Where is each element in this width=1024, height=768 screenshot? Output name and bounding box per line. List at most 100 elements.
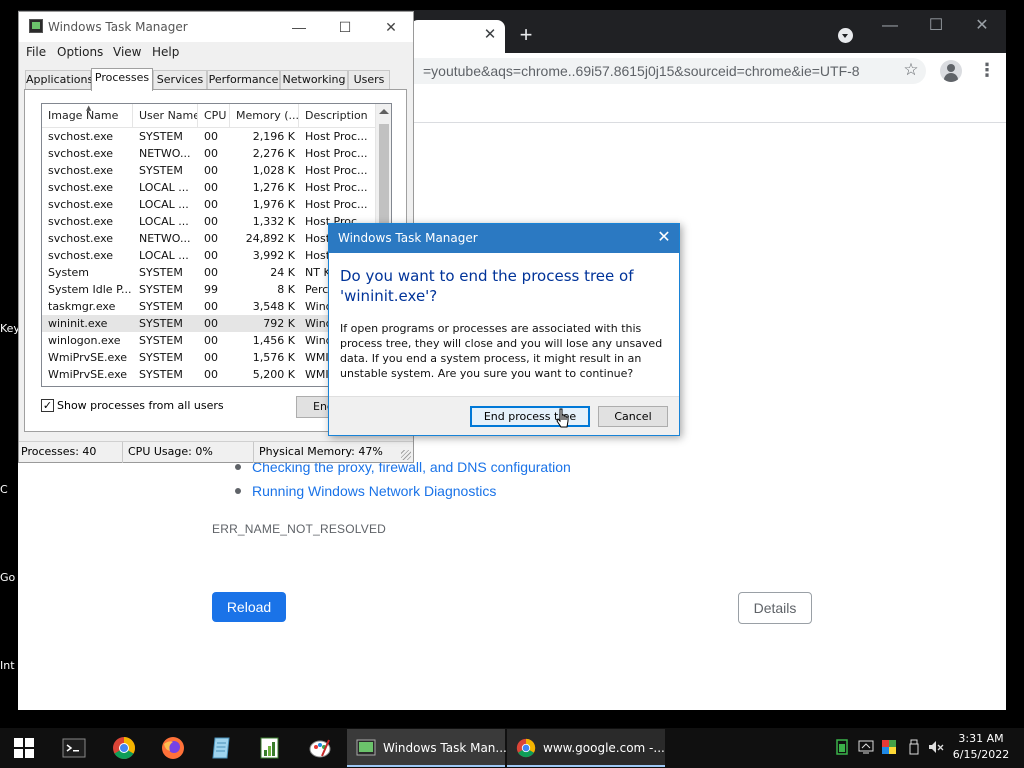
- reload-button[interactable]: Reload: [212, 592, 286, 622]
- process-cpu: 00: [204, 249, 218, 262]
- desktop-icon-label[interactable]: Int: [0, 659, 15, 672]
- tab-services[interactable]: Services: [153, 70, 207, 90]
- column-cpu[interactable]: CPU: [198, 104, 230, 128]
- dialog-message: If open programs or processes are associ…: [340, 322, 663, 380]
- taskbar-window-chrome[interactable]: www.google.com -...: [507, 729, 665, 767]
- show-all-label[interactable]: Show processes from all users: [57, 398, 224, 414]
- task-manager-titlebar[interactable]: Windows Task Manager — ☐ ✕: [19, 12, 413, 42]
- process-image-name: svchost.exe: [48, 181, 114, 194]
- tab-users[interactable]: Users: [348, 70, 390, 90]
- notepad-icon[interactable]: [209, 736, 233, 760]
- suggestion-link-diagnostics[interactable]: Running Windows Network Diagnostics: [232, 481, 571, 505]
- column-memory[interactable]: Memory (...: [230, 104, 299, 128]
- new-tab-button[interactable]: +: [516, 24, 536, 46]
- process-memory: 1,028 K: [252, 164, 295, 177]
- process-memory: 3,992 K: [252, 249, 295, 262]
- menu-help[interactable]: Help: [152, 45, 179, 59]
- tab-processes[interactable]: Processes: [91, 68, 153, 91]
- process-image-name: System: [48, 266, 90, 279]
- process-row[interactable]: taskmgr.exeSYSTEM003,548 KWindows...: [42, 298, 377, 315]
- process-memory: 2,196 K: [252, 130, 295, 143]
- process-row[interactable]: wininit.exeSYSTEM00792 KWindows...: [42, 315, 377, 332]
- color-picker-tray-icon[interactable]: [881, 739, 897, 755]
- menu-bar: File Options View Help: [19, 42, 413, 62]
- process-row[interactable]: winlogon.exeSYSTEM001,456 KWindows...: [42, 332, 377, 349]
- dialog-titlebar[interactable]: Windows Task Manager ✕: [329, 224, 679, 253]
- process-user-name: NETWO...: [139, 232, 191, 245]
- tab-networking[interactable]: Networking: [280, 70, 348, 90]
- column-user-name[interactable]: User Name: [133, 104, 198, 128]
- process-cpu: 00: [204, 368, 218, 381]
- battery-tray-icon[interactable]: [834, 739, 850, 755]
- process-memory: 1,576 K: [252, 351, 295, 364]
- process-row[interactable]: WmiPrvSE.exeSYSTEM001,576 KWMI Provi...: [42, 349, 377, 366]
- maximize-icon[interactable]: ☐: [926, 16, 946, 36]
- process-row[interactable]: svchost.exe SYSTEM 00 2,196 K Host Proc...: [42, 128, 377, 145]
- taskbar-window-task-manager[interactable]: Windows Task Man...: [347, 729, 507, 767]
- process-row[interactable]: svchost.exe SYSTEM 00 1,028 K Host Proc...: [42, 162, 377, 179]
- process-row[interactable]: svchost.exe LOCAL ... 00 1,332 K Host Proc..…: [42, 213, 377, 230]
- process-row[interactable]: SystemSYSTEM0024 KNT Kernel...: [42, 264, 377, 281]
- maximize-icon[interactable]: ☐: [335, 17, 355, 37]
- tab-performance[interactable]: Performance: [207, 70, 280, 90]
- end-process-tree-button[interactable]: End process tree: [470, 406, 590, 427]
- menu-file[interactable]: File: [26, 45, 46, 59]
- windows-start-icon[interactable]: [14, 738, 34, 758]
- tab-close-icon[interactable]: ✕: [482, 27, 498, 43]
- minimize-icon[interactable]: —: [880, 16, 900, 36]
- process-row[interactable]: svchost.exe LOCAL ... 00 1,976 K Host Proc..…: [42, 196, 377, 213]
- bookmark-star-icon[interactable]: ☆: [902, 61, 920, 79]
- address-bar-url[interactable]: =youtube&aqs=chrome..69i57.8615j0j15&sou…: [423, 63, 860, 79]
- process-user-name: SYSTEM: [139, 300, 183, 313]
- process-list-header: Image Name ▲ User Name CPU Memory (... D…: [42, 104, 377, 128]
- process-row[interactable]: System Idle P...SYSTEM998 KPercentage...: [42, 281, 377, 298]
- network-tray-icon[interactable]: [858, 739, 874, 755]
- process-cpu: 00: [204, 130, 218, 143]
- minimize-icon[interactable]: —: [289, 17, 309, 37]
- desktop-icon-label[interactable]: C: [0, 483, 8, 496]
- process-memory: 5,200 K: [252, 368, 295, 381]
- close-icon[interactable]: ✕: [381, 17, 401, 37]
- paint-icon[interactable]: [308, 736, 332, 760]
- process-row[interactable]: svchost.exe NETWO... 00 2,276 K Host Proc...: [42, 145, 377, 162]
- resize-grip-icon[interactable]: [401, 450, 411, 460]
- process-row[interactable]: WmiPrvSE.exeSYSTEM005,200 KWMI Provi...: [42, 366, 377, 383]
- process-row[interactable]: svchost.exeNETWO...0024,892 KHost Proc..…: [42, 230, 377, 247]
- command-prompt-icon[interactable]: [62, 736, 86, 760]
- process-user-name: LOCAL ...: [139, 198, 189, 211]
- firefox-icon[interactable]: [161, 736, 185, 760]
- system-clock[interactable]: 3:31 AM 6/15/2022: [948, 731, 1014, 763]
- process-cpu: 00: [204, 266, 218, 279]
- chrome-icon[interactable]: [112, 736, 136, 760]
- close-icon[interactable]: ✕: [655, 229, 673, 247]
- process-cpu: 99: [204, 283, 218, 296]
- show-all-checkbox[interactable]: ✓: [41, 399, 54, 412]
- process-user-name: LOCAL ...: [139, 249, 189, 262]
- chrome-menu-icon[interactable]: ⋮: [978, 61, 996, 81]
- chart-editor-icon[interactable]: [258, 736, 282, 760]
- process-row[interactable]: svchost.exe LOCAL ... 00 1,276 K Host Proc..…: [42, 179, 377, 196]
- process-memory: 24 K: [270, 266, 295, 279]
- close-icon[interactable]: ✕: [972, 16, 992, 36]
- volume-muted-icon[interactable]: [928, 739, 944, 755]
- chrome-icon: [516, 738, 536, 758]
- menu-options[interactable]: Options: [57, 45, 103, 59]
- cancel-button[interactable]: Cancel: [598, 406, 668, 427]
- task-manager-icon: [29, 19, 43, 33]
- process-description: Host Proc...: [305, 130, 368, 143]
- process-description: Host Proc...: [305, 181, 368, 194]
- process-user-name: SYSTEM: [139, 334, 183, 347]
- usb-tray-icon[interactable]: [906, 739, 922, 755]
- tab-search-icon[interactable]: [838, 28, 853, 43]
- profile-avatar-icon[interactable]: [940, 60, 962, 82]
- menu-view[interactable]: View: [113, 45, 141, 59]
- tab-applications[interactable]: Applications: [25, 70, 93, 90]
- details-button[interactable]: Details: [738, 592, 812, 624]
- scroll-up-icon[interactable]: [379, 109, 389, 114]
- desktop-icon-label[interactable]: Key: [0, 322, 20, 335]
- desktop-icon-label[interactable]: Go: [0, 571, 15, 584]
- process-row[interactable]: svchost.exeLOCAL ...003,992 KHost Proc..…: [42, 247, 377, 264]
- column-description[interactable]: Description: [299, 104, 377, 128]
- process-cpu: 00: [204, 147, 218, 160]
- process-description: Host Proc...: [305, 147, 368, 160]
